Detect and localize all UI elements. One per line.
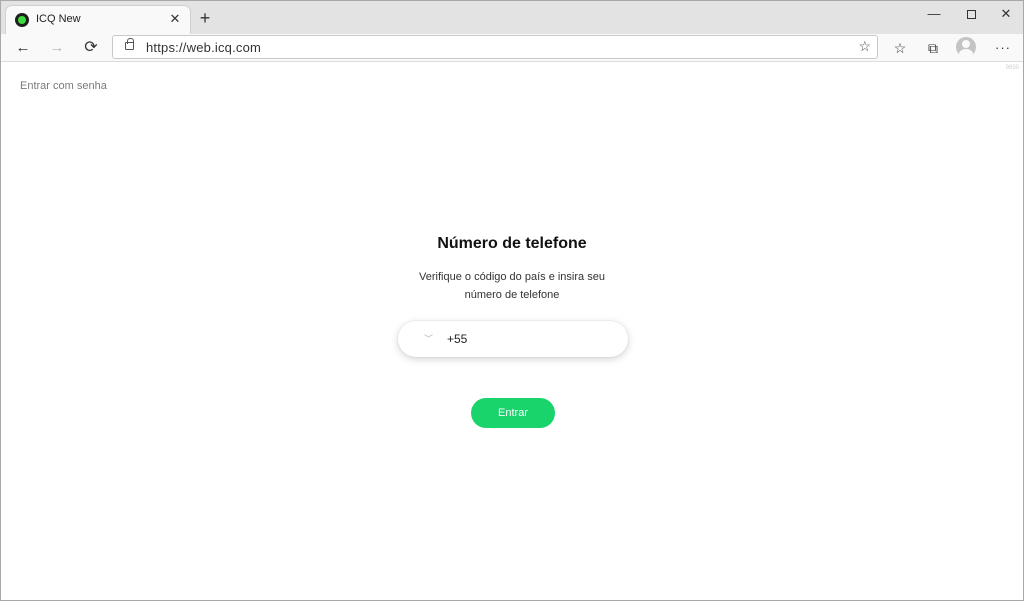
- tab-title: ICQ New: [36, 13, 81, 25]
- icq-flower-icon: [15, 13, 29, 27]
- back-arrow-icon[interactable]: ←: [11, 36, 35, 60]
- browser-window: ICQ New ✕ + — ✕ ← → ⟳ https://web.icq.co…: [0, 0, 1024, 601]
- phone-number-field[interactable]: ﹀ +55: [398, 321, 628, 357]
- add-favorite-star-icon[interactable]: ☆: [858, 38, 871, 55]
- phone-number-input[interactable]: [476, 327, 616, 351]
- password-login-link[interactable]: Entrar com senha: [20, 80, 107, 92]
- country-code[interactable]: +55: [447, 332, 467, 346]
- country-chevron-down-icon[interactable]: ﹀: [424, 332, 433, 345]
- forward-arrow-icon[interactable]: →: [45, 36, 69, 60]
- lock-icon[interactable]: [125, 38, 134, 50]
- close-tab-icon[interactable]: ✕: [167, 11, 183, 27]
- favorites-icon[interactable]: ☆: [889, 37, 911, 59]
- close-window-icon[interactable]: ✕: [983, 1, 1023, 29]
- more-menu-icon[interactable]: ···: [992, 37, 1014, 59]
- page-title: Número de telefone: [437, 235, 587, 252]
- browser-toolbar: ← → ⟳ https://web.icq.com ☆ ☆ ⧉ ···: [1, 34, 1023, 62]
- enter-button[interactable]: Entrar: [471, 398, 555, 428]
- page-subtitle: Verifique o código do país e insira seu …: [419, 271, 605, 301]
- address-bar[interactable]: https://web.icq.com ☆: [112, 35, 878, 59]
- icq-login-page: 9850 Entrar com senha Número de telefone…: [1, 63, 1023, 600]
- tab-strip: ICQ New ✕ + — ✕: [1, 1, 1023, 34]
- tab-icq-new[interactable]: ICQ New ✕: [6, 6, 190, 34]
- corner-mark: 9850: [1005, 65, 1019, 71]
- collections-icon[interactable]: ⧉: [922, 37, 944, 59]
- profile-avatar-icon[interactable]: [956, 37, 976, 57]
- new-tab-icon[interactable]: +: [195, 9, 215, 29]
- reload-icon[interactable]: ⟳: [79, 36, 103, 60]
- url-text[interactable]: https://web.icq.com: [146, 40, 261, 55]
